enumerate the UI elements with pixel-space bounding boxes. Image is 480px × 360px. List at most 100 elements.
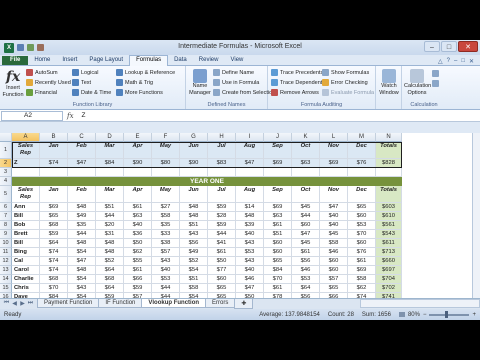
- sales-value-cell[interactable]: $43: [180, 230, 208, 239]
- sales-rep-cell[interactable]: Bob: [12, 221, 40, 230]
- sales-value-cell[interactable]: $61: [348, 257, 376, 266]
- sales-value-cell[interactable]: $59: [208, 203, 236, 212]
- table-header-cell[interactable]: Jul: [208, 142, 236, 159]
- sales-value-cell[interactable]: $51: [96, 203, 124, 212]
- lookup-value-cell[interactable]: $84: [96, 159, 124, 168]
- sales-value-cell[interactable]: $60: [348, 212, 376, 221]
- save-icon[interactable]: [17, 44, 24, 51]
- sales-value-cell[interactable]: $51: [180, 221, 208, 230]
- define-name-button[interactable]: Define Name: [213, 69, 254, 76]
- table-header-cell[interactable]: Mar: [96, 186, 124, 203]
- sales-value-cell[interactable]: $43: [152, 257, 180, 266]
- table-header-cell[interactable]: May: [152, 186, 180, 203]
- table-header-cell[interactable]: Sales Rep: [12, 142, 40, 159]
- sales-value-cell[interactable]: $65: [208, 284, 236, 293]
- row-header[interactable]: 13: [0, 266, 12, 275]
- horizontal-scrollbar[interactable]: [360, 299, 480, 308]
- sales-value-cell[interactable]: $48: [180, 212, 208, 221]
- sales-value-cell[interactable]: $68: [40, 221, 68, 230]
- zoom-out-icon[interactable]: −: [423, 312, 427, 318]
- workbook-restore-icon[interactable]: □: [461, 58, 465, 65]
- sales-value-cell[interactable]: $48: [236, 212, 264, 221]
- maximize-button[interactable]: □: [441, 41, 457, 52]
- sales-value-cell[interactable]: $69: [348, 266, 376, 275]
- minimize-ribbon-icon[interactable]: △: [438, 58, 443, 65]
- sales-value-cell[interactable]: $47: [292, 230, 320, 239]
- table-header-cell[interactable]: Jan: [40, 186, 68, 203]
- sales-value-cell[interactable]: $74: [40, 248, 68, 257]
- sales-value-cell[interactable]: $60: [320, 257, 348, 266]
- empty-cell[interactable]: [376, 168, 402, 177]
- table-header-cell[interactable]: May: [152, 142, 180, 159]
- tab-formulas[interactable]: Formulas: [129, 55, 169, 66]
- sales-value-cell[interactable]: $44: [208, 230, 236, 239]
- empty-cell[interactable]: [264, 168, 292, 177]
- sales-value-cell[interactable]: $60: [292, 221, 320, 230]
- sales-value-cell[interactable]: $20: [96, 221, 124, 230]
- sales-value-cell[interactable]: $65: [348, 203, 376, 212]
- sales-value-cell[interactable]: $28: [208, 212, 236, 221]
- first-sheet-icon[interactable]: ⏮: [3, 300, 10, 307]
- sales-value-cell[interactable]: $57: [152, 248, 180, 257]
- logical-button[interactable]: Logical: [72, 69, 98, 76]
- sales-value-cell[interactable]: $48: [68, 203, 96, 212]
- sales-value-cell[interactable]: $54: [68, 275, 96, 284]
- empty-cell[interactable]: [320, 168, 348, 177]
- lookup-value-cell[interactable]: $90: [180, 159, 208, 168]
- redo-icon[interactable]: [37, 44, 44, 51]
- sales-value-cell[interactable]: $40: [320, 212, 348, 221]
- sales-value-cell[interactable]: $35: [152, 221, 180, 230]
- zoom-slider-thumb[interactable]: [445, 311, 449, 318]
- calc-sheet-icon[interactable]: [432, 80, 441, 87]
- sales-value-cell[interactable]: $61: [124, 266, 152, 275]
- math-trig-button[interactable]: Math & Trig: [116, 79, 153, 86]
- row-header[interactable]: 3: [0, 168, 12, 177]
- sales-value-cell[interactable]: $53: [292, 275, 320, 284]
- sales-value-cell[interactable]: $56: [292, 257, 320, 266]
- trace-precedents-button[interactable]: Trace Precedents: [271, 69, 323, 76]
- sales-value-cell[interactable]: $64: [96, 266, 124, 275]
- sales-value-cell[interactable]: $561: [376, 221, 402, 230]
- sales-value-cell[interactable]: $43: [236, 257, 264, 266]
- normal-view-icon[interactable]: [398, 312, 405, 317]
- table-header-cell[interactable]: Aug: [236, 186, 264, 203]
- empty-cell[interactable]: [348, 168, 376, 177]
- sales-value-cell[interactable]: $84: [264, 266, 292, 275]
- sales-value-cell[interactable]: $68: [40, 275, 68, 284]
- column-header[interactable]: N: [376, 133, 402, 142]
- sheet-tab-if-function[interactable]: IF Function: [98, 299, 143, 308]
- row-header[interactable]: 1: [0, 142, 12, 159]
- empty-cell[interactable]: [180, 168, 208, 177]
- sheet-tab-vlookup-function[interactable]: Vlookup Function: [141, 299, 207, 308]
- recently-used-button[interactable]: Recently Used: [26, 79, 71, 86]
- sales-rep-cell[interactable]: Bill: [12, 239, 40, 248]
- sales-rep-cell[interactable]: Ann: [12, 203, 40, 212]
- lookup-value-cell[interactable]: $80: [152, 159, 180, 168]
- sales-rep-cell[interactable]: Bill: [12, 212, 40, 221]
- sales-value-cell[interactable]: $603: [376, 203, 402, 212]
- trace-dependents-button[interactable]: Trace Dependents: [271, 79, 325, 86]
- sales-value-cell[interactable]: $58: [348, 275, 376, 284]
- sales-value-cell[interactable]: $33: [152, 230, 180, 239]
- sales-value-cell[interactable]: $58: [152, 212, 180, 221]
- sales-value-cell[interactable]: $53: [348, 221, 376, 230]
- sales-value-cell[interactable]: $74: [40, 257, 68, 266]
- sales-value-cell[interactable]: $57: [320, 275, 348, 284]
- excel-app-icon[interactable]: X: [4, 42, 14, 53]
- sales-value-cell[interactable]: $611: [376, 239, 402, 248]
- calc-now-icon[interactable]: [432, 70, 441, 77]
- sales-value-cell[interactable]: $70: [348, 230, 376, 239]
- close-button[interactable]: ✕: [458, 41, 478, 52]
- sales-value-cell[interactable]: $543: [376, 230, 402, 239]
- sales-rep-cell[interactable]: Chris: [12, 284, 40, 293]
- sales-value-cell[interactable]: $38: [152, 239, 180, 248]
- lookup-value-cell[interactable]: $69: [264, 159, 292, 168]
- row-header[interactable]: 7: [0, 212, 12, 221]
- table-header-cell[interactable]: Jan: [40, 142, 68, 159]
- lookup-value-cell[interactable]: $74: [40, 159, 68, 168]
- sales-value-cell[interactable]: $40: [152, 266, 180, 275]
- zoom-in-icon[interactable]: +: [472, 312, 476, 318]
- name-manager-button[interactable]: Name Manager: [188, 69, 212, 96]
- sales-value-cell[interactable]: $58: [180, 284, 208, 293]
- sales-value-cell[interactable]: $713: [376, 248, 402, 257]
